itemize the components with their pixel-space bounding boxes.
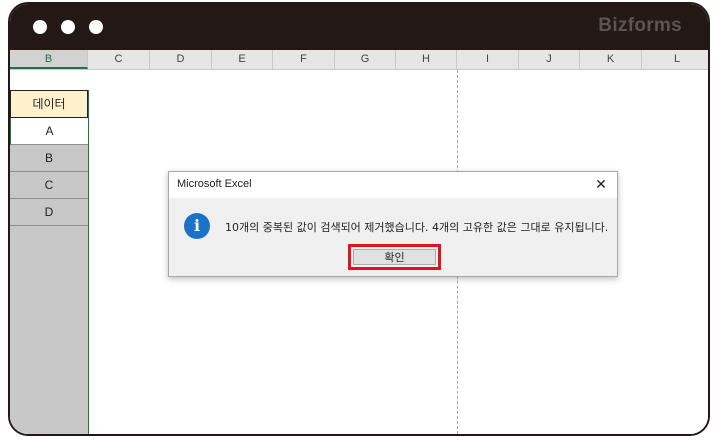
column-header-l[interactable]: L <box>642 50 708 69</box>
column-header-e[interactable]: E <box>212 50 273 69</box>
window-dot-3 <box>89 20 103 34</box>
column-headers: B C D E F G H I J K L <box>10 50 708 70</box>
column-header-f[interactable]: F <box>273 50 335 69</box>
dialog-title-bar: Microsoft Excel ✕ <box>169 172 617 198</box>
window-dot-1 <box>33 20 47 34</box>
dialog-message: 10개의 중복된 값이 검색되어 제거했습니다. 4개의 고유한 값은 그대로 … <box>225 221 609 234</box>
cell-value-b[interactable]: B <box>10 145 88 172</box>
info-icon: i <box>184 213 210 239</box>
column-header-c[interactable]: C <box>88 50 150 69</box>
cell-value-d[interactable]: D <box>10 199 88 226</box>
brand-logo: Bizforms <box>598 15 682 36</box>
dialog-title: Microsoft Excel <box>177 178 252 190</box>
cell-value-a[interactable]: A <box>10 118 88 145</box>
column-header-j[interactable]: J <box>519 50 580 69</box>
window-dot-2 <box>61 20 75 34</box>
column-header-b[interactable]: B <box>10 50 88 69</box>
column-header-h[interactable]: H <box>396 50 457 69</box>
cell-value-c[interactable]: C <box>10 172 88 199</box>
column-header-k[interactable]: K <box>580 50 642 69</box>
ok-button-highlight: 확인 <box>348 244 441 270</box>
title-bar: Bizforms <box>10 4 708 50</box>
column-header-i[interactable]: I <box>457 50 519 69</box>
cell-header-data[interactable]: 데이터 <box>10 90 88 118</box>
ok-button[interactable]: 확인 <box>353 249 436 265</box>
excel-message-dialog: Microsoft Excel ✕ i 10개의 중복된 값이 검색되어 제거했… <box>168 171 618 277</box>
column-header-d[interactable]: D <box>150 50 212 69</box>
column-header-g[interactable]: G <box>335 50 396 69</box>
close-icon[interactable]: ✕ <box>591 175 611 195</box>
